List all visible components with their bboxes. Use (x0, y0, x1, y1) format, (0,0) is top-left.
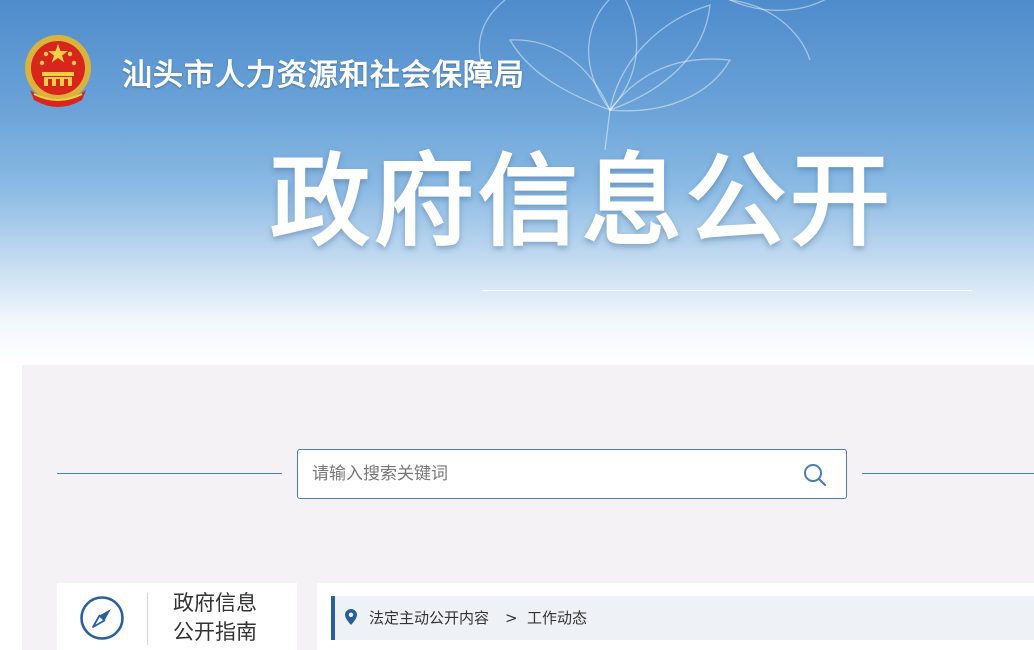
guide-label-line2: 公开指南 (173, 620, 257, 644)
info-disclosure-guide-button[interactable]: 政府信息 公开指南 (57, 583, 297, 650)
breadcrumb-accent (331, 596, 335, 640)
breadcrumb: 法定主动公开内容 > 工作动态 (317, 583, 1034, 650)
search-input[interactable] (312, 450, 782, 498)
guide-label: 政府信息 公开指南 (173, 589, 257, 647)
search-icon[interactable] (802, 462, 828, 488)
search-decor-line-right (862, 473, 1034, 474)
breadcrumb-item-work-news[interactable]: 工作动态 (527, 596, 587, 640)
guide-divider (147, 593, 148, 645)
breadcrumb-item-statutory-disclosure[interactable]: 法定主动公开内容 (369, 596, 489, 640)
title-divider (482, 290, 972, 291)
breadcrumb-bar: 法定主动公开内容 > 工作动态 (331, 596, 1034, 640)
agency-name: 汕头市人力资源和社会保障局 (122, 58, 525, 93)
page-title: 政府信息公开 (270, 143, 894, 260)
breadcrumb-separator: > (505, 609, 518, 627)
header-banner: 汕头市人力资源和社会保障局 政府信息公开 (0, 0, 1034, 365)
search-box (297, 449, 847, 499)
compass-icon (80, 596, 124, 640)
guide-label-line1: 政府信息 (173, 591, 257, 615)
national-emblem-icon (25, 35, 91, 107)
search-decor-line-left (57, 473, 282, 474)
location-pin-icon (345, 609, 357, 625)
